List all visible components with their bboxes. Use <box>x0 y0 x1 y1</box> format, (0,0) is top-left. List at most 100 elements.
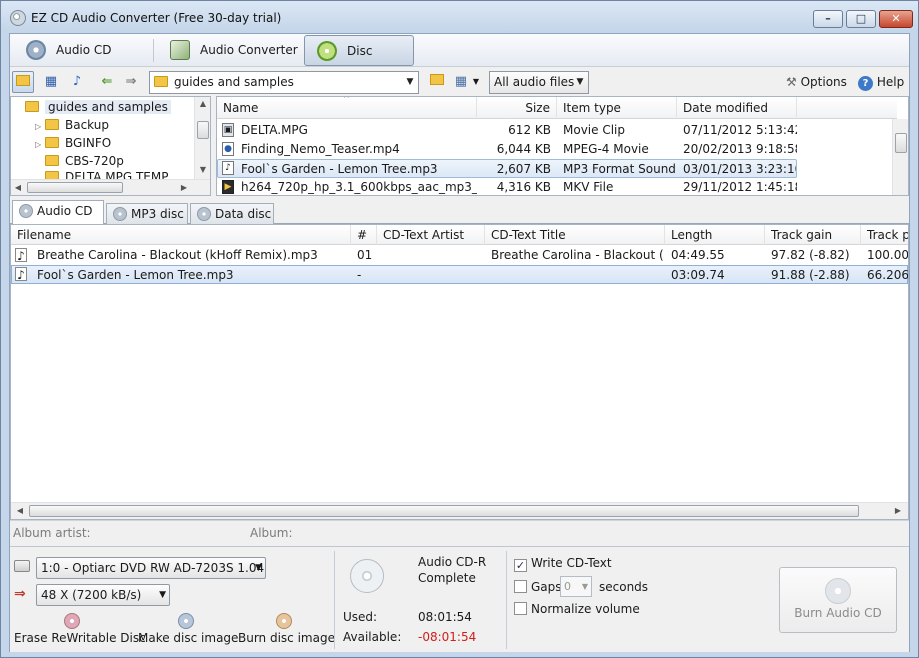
folder-icon <box>25 101 39 112</box>
file-row[interactable]: ▶ h264_720p_hp_3.1_600kbps_aac_mp3_dual.… <box>217 178 897 195</box>
mode-audio-cd-ripper[interactable]: Audio CD Ripper <box>14 35 150 87</box>
browse-folder-button[interactable] <box>426 71 448 93</box>
gaps-checkbox[interactable]: Gaps <box>514 579 562 595</box>
scroll-thumb[interactable] <box>895 133 907 153</box>
help-button[interactable]: ? Help <box>858 72 904 92</box>
column-track-peak[interactable]: Track pe <box>861 225 908 245</box>
burn-audio-cd-button[interactable]: Burn Audio CD <box>779 567 897 633</box>
toolbar-separator <box>153 39 154 62</box>
file-list-vertical-scrollbar[interactable] <box>892 119 908 195</box>
track-row-selected[interactable]: ♪ Fool`s Garden - Lemon Tree.mp3 - 03:09… <box>11 265 908 284</box>
path-combo[interactable]: guides and samples ▼ <box>149 71 419 94</box>
gaps-spinner[interactable]: 0 ▼ <box>560 576 592 597</box>
normalize-volume-checkbox[interactable]: Normalize volume <box>514 601 640 617</box>
tab-audio-cd[interactable]: Audio CD <box>12 200 104 225</box>
track-list-horizontal-scrollbar[interactable]: ◀ ▶ <box>11 502 908 519</box>
scroll-thumb[interactable] <box>197 121 209 139</box>
chevron-down-icon: ▼ <box>576 77 584 87</box>
minimize-button[interactable]: – <box>813 10 843 28</box>
scroll-up-icon[interactable]: ▲ <box>196 97 210 111</box>
column-length[interactable]: Length <box>665 225 765 245</box>
tab-data-disc[interactable]: Data disc <box>190 203 274 224</box>
scroll-thumb[interactable] <box>27 182 123 193</box>
mode-audio-converter[interactable]: Audio Converter <box>158 35 304 66</box>
scroll-thumb[interactable] <box>29 505 859 517</box>
help-icon: ? <box>858 76 873 91</box>
mode-disc-burner[interactable]: Disc Burner <box>304 35 414 88</box>
drive-icon <box>14 560 30 572</box>
folder-view-button[interactable] <box>12 71 34 93</box>
file-row[interactable]: ▣ DELTA.MPG 612 KB Movie Clip 07/11/2012… <box>217 121 897 140</box>
column-size[interactable]: Size <box>477 97 557 119</box>
blank-cd-icon <box>350 559 384 593</box>
column-track-number[interactable]: # <box>351 225 377 245</box>
tools-icon: ⚒ <box>786 75 797 89</box>
scroll-left-icon[interactable]: ◀ <box>11 181 25 195</box>
erase-rewritable-disc-button[interactable]: Erase ReWritable Disc <box>14 613 146 645</box>
track-row[interactable]: ♪ Breathe Carolina - Blackout (kHoff Rem… <box>11 246 908 265</box>
window-title: EZ CD Audio Converter (Free 30-day trial… <box>31 11 282 25</box>
column-cd-text-title[interactable]: CD-Text Title <box>485 225 665 245</box>
view-mode-dropdown[interactable]: ▼ <box>470 71 482 93</box>
speed-select[interactable]: 48 X (7200 kB/s) ▼ <box>36 584 170 606</box>
drive-select[interactable]: 1:0 - Optiarc DVD RW AD-7203S 1.04 ▼ <box>36 557 266 579</box>
checkbox-unchecked-icon <box>514 602 527 615</box>
burn-cd-icon <box>825 578 851 604</box>
music-button[interactable]: ♪ <box>66 71 88 93</box>
available-value: -08:01:54 <box>418 630 477 644</box>
file-row[interactable]: ● Finding_Nemo_Teaser.mp4 6,044 KB MPEG-… <box>217 140 897 159</box>
mode-toolbar: Audio CD Ripper Audio Converter Disc Bur… <box>10 34 909 88</box>
sort-arrow-icon: ^ <box>343 96 350 103</box>
arrow-right-icon: ⇒ <box>125 74 137 89</box>
tree-vertical-scrollbar[interactable]: ▲ ▼ <box>194 97 210 179</box>
mkv-file-icon: ▶ <box>222 180 234 194</box>
panel-separator <box>506 551 507 649</box>
speed-arrow-icon: ⇒ <box>14 586 26 602</box>
chevron-down-icon: ▼ <box>406 77 414 87</box>
chevron-down-icon: ▼ <box>255 563 262 573</box>
scroll-right-icon[interactable]: ▶ <box>177 181 191 195</box>
scroll-right-icon[interactable]: ▶ <box>891 504 905 518</box>
tree-item-cbs-720p[interactable]: CBS-720p <box>35 152 124 170</box>
view-mode-button[interactable]: ▦ <box>450 71 472 93</box>
maximize-button[interactable]: □ <box>846 10 876 28</box>
album-artist-label: Album artist: <box>13 526 91 540</box>
tree-item-backup[interactable]: ▷ Backup <box>35 116 109 134</box>
column-filename[interactable]: Filename <box>11 225 351 245</box>
audio-converter-icon <box>170 40 190 60</box>
write-cd-text-checkbox[interactable]: ✓ Write CD-Text <box>514 555 612 572</box>
column-date-modified[interactable]: Date modified <box>677 97 797 119</box>
panel-separator <box>334 551 335 649</box>
burn-disc-image-button[interactable]: Burn disc image <box>238 613 335 645</box>
cd-icon <box>197 207 211 221</box>
cd-icon <box>19 204 33 218</box>
video-file-icon: ▣ <box>222 123 234 137</box>
options-button[interactable]: ⚒ Options <box>786 72 847 92</box>
checkbox-checked-icon: ✓ <box>514 559 527 572</box>
tree-item-guides-and-samples[interactable]: guides and samples <box>15 98 171 116</box>
folder-icon <box>45 119 59 130</box>
disc-status-label: Complete <box>418 571 476 585</box>
scroll-left-icon[interactable]: ◀ <box>13 504 27 518</box>
burn-image-icon <box>276 613 292 629</box>
back-button[interactable]: ⇐ <box>96 71 118 93</box>
disc-type-tabs: Audio CD MP3 disc Data disc <box>10 200 909 225</box>
tree-horizontal-scrollbar[interactable]: ◀ ▶ <box>11 179 210 195</box>
audio-file-icon: ♪ <box>15 267 27 282</box>
forward-button[interactable]: ⇒ <box>120 71 142 93</box>
chevron-down-icon: ▼ <box>581 582 588 591</box>
make-disc-image-button[interactable]: Make disc image <box>138 613 238 645</box>
column-track-gain[interactable]: Track gain <box>765 225 861 245</box>
tab-mp3-disc[interactable]: MP3 disc <box>106 203 188 224</box>
column-item-type[interactable]: Item type <box>557 97 677 119</box>
file-filter-combo[interactable]: All audio files ▼ <box>489 71 589 94</box>
computer-button[interactable]: ▦ <box>40 71 62 93</box>
folder-open-icon <box>430 74 444 85</box>
tree-item-bginfo[interactable]: ▷ BGINFO <box>35 134 111 152</box>
scroll-down-icon[interactable]: ▼ <box>196 163 210 177</box>
disc-burner-icon <box>317 41 337 61</box>
close-button[interactable]: ✕ <box>879 10 913 28</box>
column-cd-text-artist[interactable]: CD-Text Artist <box>377 225 485 245</box>
music-note-icon: ♪ <box>72 74 82 89</box>
file-row-selected[interactable]: ♪ Fool`s Garden - Lemon Tree.mp3 2,607 K… <box>217 159 797 178</box>
